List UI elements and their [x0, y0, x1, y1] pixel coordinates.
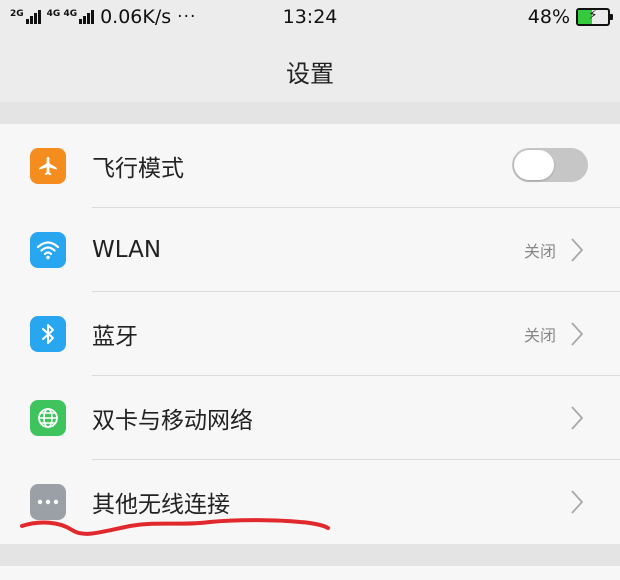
- settings-row-wlan[interactable]: WLAN 关闭: [0, 208, 620, 292]
- chevron-right-icon: [571, 322, 584, 346]
- settings-row-label: 蓝牙: [92, 324, 138, 350]
- bluetooth-status: 关闭: [523, 326, 556, 345]
- more-notifications-icon: ···: [177, 7, 197, 27]
- status-bar: 2G 4G 4G 0.06K/s ··· 13:24 48% ⚡: [0, 0, 620, 34]
- page-title: 设置: [286, 59, 334, 88]
- chevron-right-icon: [571, 406, 584, 430]
- signal-icon: [79, 10, 95, 24]
- settings-list: 飞行模式 WLAN 关闭 蓝牙 关闭 双卡与移动网络 其他无线连接: [0, 124, 620, 544]
- sim1-label: 2G: [10, 9, 24, 19]
- toggle-knob: [514, 150, 554, 180]
- settings-row-label: 双卡与移动网络: [92, 408, 253, 434]
- charging-icon: ⚡: [588, 8, 598, 23]
- sim2-signal: 4G 4G: [46, 9, 95, 24]
- signal-icon: [25, 10, 41, 24]
- chevron-right-icon: [571, 490, 584, 514]
- settings-row-airplane-mode[interactable]: 飞行模式: [0, 124, 620, 208]
- wlan-status: 关闭: [523, 242, 556, 261]
- section-separator: [0, 544, 620, 566]
- airplane-icon: [30, 148, 66, 184]
- bluetooth-icon: [30, 316, 66, 352]
- settings-row-bluetooth[interactable]: 蓝牙 关闭: [0, 292, 620, 376]
- section-separator: [0, 102, 620, 124]
- settings-row-label: 其他无线连接: [92, 492, 230, 518]
- sim1-signal: 2G: [10, 10, 41, 24]
- next-section: [0, 566, 620, 580]
- airplane-mode-toggle[interactable]: [512, 148, 588, 182]
- wifi-icon: [30, 232, 66, 268]
- settings-row-mobile-network[interactable]: 双卡与移动网络: [0, 376, 620, 460]
- settings-row-other-wireless[interactable]: 其他无线连接: [0, 460, 620, 544]
- network-speed: 0.06K/s: [100, 6, 172, 28]
- globe-icon: [30, 400, 66, 436]
- settings-row-label: WLAN: [92, 237, 162, 263]
- status-right: 48% ⚡: [527, 6, 613, 28]
- chevron-right-icon: [571, 238, 584, 262]
- settings-row-label: 飞行模式: [92, 156, 184, 182]
- status-left: 2G 4G 4G 0.06K/s ···: [10, 6, 240, 28]
- more-icon: [30, 484, 66, 520]
- battery-icon: ⚡: [576, 8, 613, 26]
- battery-percent: 48%: [527, 6, 570, 28]
- sim2-label: 4G 4G: [46, 9, 78, 19]
